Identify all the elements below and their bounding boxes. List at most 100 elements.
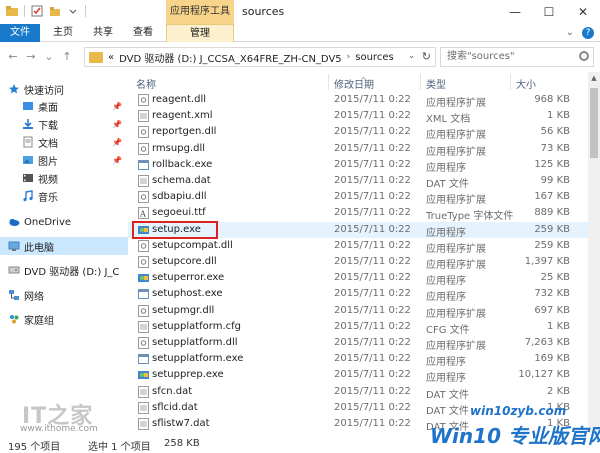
address-bar[interactable]: « DVD 驱动器 (D:) J_CCSA_X64FRE_ZH-CN_DV5 ›… bbox=[84, 47, 436, 67]
minimize-button[interactable]: — bbox=[498, 0, 532, 24]
file-size: 1 KB bbox=[547, 320, 570, 332]
ribbon-right-controls: ⌄ ? bbox=[566, 27, 594, 39]
file-row[interactable]: reagent.xml 2015/7/11 0:22 XML 文档 1 KB bbox=[128, 108, 588, 126]
tab-view[interactable]: 查看 bbox=[126, 24, 160, 42]
nav-item-dvd-drive[interactable]: DVD 驱动器 (D:) J_C bbox=[0, 261, 128, 279]
nav-item-pictures[interactable]: 图片 📌 bbox=[0, 151, 128, 169]
file-row[interactable]: sfcn.dat 2015/7/11 0:22 DAT 文件 2 KB bbox=[128, 384, 588, 401]
breadcrumb-sources[interactable]: sources bbox=[355, 52, 393, 63]
tab-file[interactable]: 文件 bbox=[0, 24, 40, 42]
file-size: 2 KB bbox=[547, 385, 570, 397]
file-row[interactable]: sdbapiu.dll 2015/7/11 0:22 应用程序扩展 167 KB bbox=[128, 189, 588, 206]
document-file-icon bbox=[138, 320, 149, 333]
nav-item-onedrive[interactable]: OneDrive bbox=[0, 213, 128, 231]
file-row[interactable]: setupplatform.dll 2015/7/11 0:22 应用程序扩展 7,2… bbox=[128, 335, 588, 352]
watermark-url: www.ithome.com bbox=[20, 424, 98, 434]
file-name: setupplatform.exe bbox=[152, 353, 244, 365]
forward-button[interactable]: → bbox=[24, 49, 38, 65]
file-row[interactable]: setupprep.exe 2015/7/11 0:22 应用程序 10,127 KB bbox=[128, 367, 588, 384]
address-dropdown-icon[interactable]: ⌄ bbox=[408, 51, 415, 60]
refresh-icon[interactable]: ↻ bbox=[422, 50, 431, 63]
file-row[interactable]: setupplatform.cfg 2015/7/11 0:22 CFG 文件 1 K… bbox=[128, 319, 588, 336]
nav-label: 下载 bbox=[38, 120, 58, 132]
column-date[interactable]: 修改日期 bbox=[334, 76, 374, 91]
homegroup-icon bbox=[10, 315, 19, 324]
file-type: 应用程序 bbox=[426, 357, 466, 369]
nav-item-network[interactable]: 网络 bbox=[0, 286, 128, 304]
scroll-thumb[interactable] bbox=[590, 88, 598, 158]
divider[interactable] bbox=[328, 74, 329, 90]
search-input[interactable]: 搜索"sources" bbox=[440, 47, 594, 67]
file-date: 2015/7/11 0:22 bbox=[334, 353, 411, 365]
expand-ribbon-icon[interactable]: ⌄ bbox=[566, 27, 574, 39]
pin-icon[interactable]: 📌 bbox=[112, 102, 122, 111]
up-button[interactable]: ↑ bbox=[60, 49, 74, 65]
column-type[interactable]: 类型 bbox=[426, 76, 446, 91]
help-icon[interactable]: ? bbox=[582, 27, 594, 39]
file-row[interactable]: schema.dat 2015/7/11 0:22 DAT 文件 99 KB bbox=[128, 173, 588, 190]
recent-locations-button[interactable]: ⌄ bbox=[42, 49, 56, 65]
properties-icon[interactable] bbox=[31, 5, 43, 17]
file-row[interactable]: reportgen.dll 2015/7/11 0:22 应用程序扩展 56 KB bbox=[128, 124, 588, 141]
file-size: 259 KB bbox=[534, 239, 570, 251]
file-row[interactable]: setuphost.exe 2015/7/11 0:22 应用程序 732 KB bbox=[128, 286, 588, 303]
nav-item-quick-access[interactable]: 快速访问 bbox=[0, 80, 128, 98]
vertical-scrollbar[interactable]: ▲ bbox=[588, 72, 600, 433]
folder-icon[interactable] bbox=[6, 5, 18, 17]
nav-item-documents[interactable]: 文档 📌 bbox=[0, 133, 128, 151]
file-row[interactable]: rollback.exe 2015/7/11 0:22 应用程序 125 KB bbox=[128, 157, 588, 174]
nav-item-downloads[interactable]: 下载 📌 bbox=[0, 115, 128, 133]
breadcrumb-overflow[interactable]: « bbox=[108, 52, 114, 63]
back-button[interactable]: ← bbox=[6, 49, 20, 65]
file-type: 应用程序 bbox=[426, 227, 466, 239]
file-row[interactable]: setuperror.exe 2015/7/11 0:22 应用程序 25 KB bbox=[128, 270, 588, 287]
document-file-icon bbox=[138, 418, 149, 430]
documents-icon bbox=[23, 136, 33, 148]
file-row[interactable]: rmsupg.dll 2015/7/11 0:22 应用程序扩展 73 KB bbox=[128, 141, 588, 158]
file-row[interactable]: setupmgr.dll 2015/7/11 0:22 应用程序扩展 697 KB bbox=[128, 303, 588, 320]
file-row[interactable]: setupcore.dll 2015/7/11 0:22 应用程序扩展 1,397 K… bbox=[128, 254, 588, 271]
tab-share[interactable]: 共享 bbox=[86, 24, 120, 42]
document-file-icon bbox=[138, 401, 149, 414]
tab-home[interactable]: 主页 bbox=[46, 24, 80, 42]
chevron-right-icon[interactable]: › bbox=[347, 52, 351, 62]
new-folder-icon[interactable] bbox=[49, 5, 61, 17]
divider[interactable] bbox=[420, 74, 421, 90]
file-name: setupplatform.cfg bbox=[152, 320, 242, 332]
nav-label: 桌面 bbox=[38, 102, 58, 114]
column-name[interactable]: 名称 bbox=[136, 76, 156, 91]
nav-item-music[interactable]: 音乐 bbox=[0, 187, 128, 205]
file-name: sfcn.dat bbox=[152, 385, 193, 397]
pin-icon[interactable]: 📌 bbox=[112, 156, 122, 165]
file-type: 应用程序 bbox=[426, 162, 466, 174]
dll-file-icon bbox=[138, 239, 149, 252]
context-tab-label: 应用程序工具 bbox=[166, 0, 234, 24]
close-button[interactable]: ✕ bbox=[566, 0, 600, 24]
tab-manage[interactable]: 管理 bbox=[166, 24, 234, 42]
file-date: 2015/7/11 0:22 bbox=[334, 110, 411, 122]
file-name: schema.dat bbox=[152, 175, 211, 186]
nav-item-this-pc[interactable]: 此电脑 bbox=[0, 237, 128, 255]
divider[interactable] bbox=[510, 74, 511, 90]
scroll-up-icon[interactable]: ▲ bbox=[588, 72, 600, 84]
nav-item-videos[interactable]: 视频 bbox=[0, 169, 128, 187]
column-size[interactable]: 大小 bbox=[516, 76, 536, 91]
dll-file-icon bbox=[138, 142, 149, 155]
breadcrumb-drive[interactable]: DVD 驱动器 (D:) J_CCSA_X64FRE_ZH-CN_DV5 bbox=[119, 50, 342, 65]
videos-icon bbox=[23, 174, 33, 182]
customize-toolbar-icon[interactable] bbox=[67, 5, 79, 17]
file-row[interactable]: Asegoeui.ttf 2015/7/11 0:22 TrueType 字体文件 8… bbox=[128, 205, 588, 222]
file-row[interactable]: setupcompat.dll 2015/7/11 0:22 应用程序扩展 259 K… bbox=[128, 238, 588, 255]
nav-item-homegroup[interactable]: 家庭组 bbox=[0, 310, 128, 328]
application-icon bbox=[138, 353, 149, 365]
maximize-button[interactable]: ☐ bbox=[532, 0, 566, 24]
file-row[interactable]: setupplatform.exe 2015/7/11 0:22 应用程序 169 K… bbox=[128, 351, 588, 369]
pin-icon[interactable]: 📌 bbox=[112, 138, 122, 147]
folder-icon bbox=[89, 51, 103, 63]
file-type: XML 文档 bbox=[426, 114, 471, 126]
file-row[interactable]: reagent.dll 2015/7/11 0:22 应用程序扩展 968 KB bbox=[128, 92, 588, 109]
pin-icon[interactable]: 📌 bbox=[112, 120, 122, 129]
file-size: 99 KB bbox=[540, 175, 570, 186]
file-size: 697 KB bbox=[534, 304, 570, 316]
nav-item-desktop[interactable]: 桌面 📌 bbox=[0, 97, 128, 115]
